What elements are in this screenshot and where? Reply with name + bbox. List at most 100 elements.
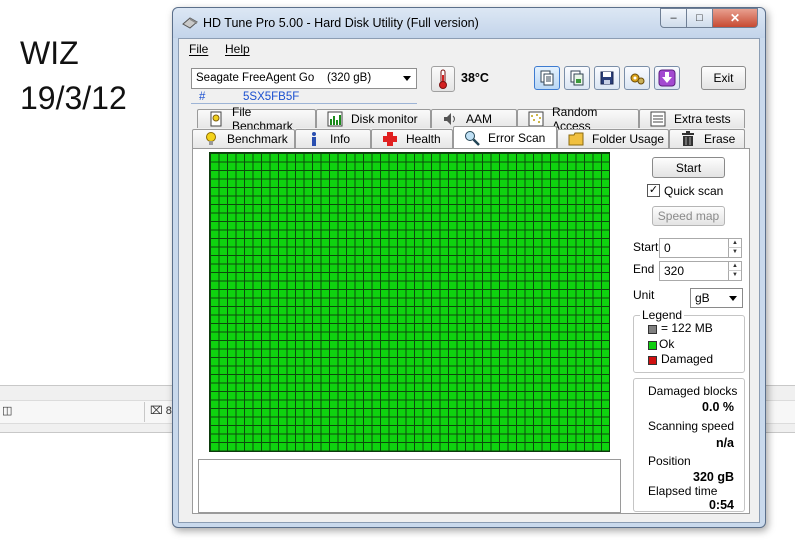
options-icon — [630, 73, 645, 85]
start-scan-button[interactable]: Start — [652, 157, 725, 178]
client-area: File Help Seagate FreeAgent Go (320 gB) … — [178, 38, 760, 523]
tab-label: Disk monitor — [351, 112, 418, 126]
tab-label: Benchmark — [227, 132, 288, 146]
start-input[interactable]: 0 ▲ ▼ — [659, 238, 742, 258]
extra-tests-icon — [650, 111, 666, 127]
copy-screenshot-icon — [570, 70, 584, 86]
menu-file[interactable]: File — [189, 42, 208, 56]
exit-button[interactable]: Exit — [701, 66, 746, 90]
copy-text-button[interactable] — [534, 66, 560, 90]
damaged-blocks-value: 0.0 % — [702, 400, 734, 414]
scan-stats-box: Damaged blocks 0.0 % Scanning speed n/a … — [633, 378, 745, 512]
legend-ok-label: Ok — [659, 337, 675, 351]
background-divider — [144, 402, 145, 422]
hdtune-window: HD Tune Pro 5.00 - Hard Disk Utility (Fu… — [172, 7, 766, 528]
desktop-note-line2: 19/3/12 — [20, 80, 127, 116]
tab-info[interactable]: Info — [295, 129, 371, 148]
scan-block-map — [209, 152, 610, 452]
magnifier-icon — [464, 130, 480, 146]
folder-icon — [568, 131, 584, 147]
options-button[interactable] — [624, 66, 650, 90]
tab-file-benchmark[interactable]: File Benchmark — [197, 105, 316, 133]
tab-benchmark[interactable]: Benchmark — [192, 129, 295, 148]
tab-label: Error Scan — [488, 130, 546, 145]
tab-label: Erase — [704, 132, 736, 146]
chevron-down-icon — [403, 76, 411, 81]
tab-folder-usage[interactable]: Folder Usage — [557, 129, 669, 148]
save-button[interactable] — [594, 66, 620, 90]
chevron-down-icon — [729, 296, 737, 301]
legend-block-size: = 122 MB — [661, 321, 713, 335]
close-button[interactable]: ✕ — [712, 8, 758, 28]
unit-select-value: gB — [695, 291, 710, 305]
end-label: End — [633, 262, 655, 276]
scanning-speed-value: n/a — [715, 436, 734, 450]
drive-select-value: Seagate FreeAgent Go (320 gB) — [196, 72, 372, 84]
spin-up-icon[interactable]: ▲ — [728, 262, 741, 271]
quick-scan-label: Quick scan — [664, 184, 724, 198]
damaged-blocks-label: Damaged blocks — [648, 384, 738, 398]
legend-block-swatch — [648, 325, 657, 334]
quick-scan-checkbox[interactable]: ✓ — [647, 184, 660, 197]
error-scan-panel: Start ✓ Quick scan Speed map Start 0 ▲ ▼… — [192, 148, 750, 514]
window-title: HD Tune Pro 5.00 - Hard Disk Utility (Fu… — [203, 16, 479, 30]
start-label: Start — [633, 240, 659, 254]
disk-monitor-icon — [327, 111, 343, 127]
serial-number: 5SX5FB5F — [243, 91, 300, 103]
temperature-readout: 38°C — [461, 71, 489, 85]
info-icon — [306, 131, 322, 147]
end-input[interactable]: 320 ▲ ▼ — [659, 261, 742, 281]
lightbulb-icon — [203, 131, 219, 147]
download-icon — [658, 69, 676, 87]
hdtune-app-icon — [182, 17, 198, 29]
legend-damaged-label: Damaged — [661, 352, 714, 366]
legend-ok-swatch — [648, 341, 657, 350]
menu-help[interactable]: Help — [225, 42, 250, 56]
background-status-item: ⌧ 8 — [150, 405, 172, 417]
tab-label: Extra tests — [674, 112, 731, 126]
tab-erase[interactable]: Erase — [669, 129, 745, 148]
legend-title: Legend — [640, 308, 685, 322]
file-benchmark-icon — [208, 111, 224, 127]
position-value: 320 gB — [693, 470, 734, 484]
menu-bar: File Help — [179, 39, 759, 59]
copy-text-icon — [540, 70, 554, 86]
random-access-icon — [528, 111, 544, 127]
drive-select[interactable]: Seagate FreeAgent Go (320 gB) — [191, 68, 417, 89]
unit-select[interactable]: gB — [690, 288, 743, 308]
elapsed-time-value: 0:54 — [708, 498, 734, 512]
tab-label: Folder Usage — [592, 132, 665, 146]
tab-label: Health — [406, 132, 441, 146]
health-cross-icon — [382, 131, 398, 147]
scan-log-box — [198, 459, 621, 513]
legend-damaged-swatch — [648, 356, 657, 365]
desktop-note-line1: WIZ — [20, 35, 79, 71]
minimize-button[interactable]: ‒ — [660, 8, 687, 28]
tab-disk-monitor[interactable]: Disk monitor — [316, 109, 431, 128]
save-icon — [600, 71, 614, 85]
tab-extra-tests[interactable]: Extra tests — [639, 109, 745, 128]
spin-up-icon[interactable]: ▲ — [728, 239, 741, 248]
serial-hash-label: # — [199, 91, 206, 103]
download-button[interactable] — [654, 66, 680, 90]
trash-icon — [680, 131, 696, 147]
speaker-icon — [442, 111, 458, 127]
legend-box: Legend = 122 MB Ok Damaged — [633, 308, 745, 373]
background-status-glyph: ◫ — [2, 405, 13, 417]
maximize-button[interactable]: □ — [686, 8, 713, 28]
end-input-value: 320 — [664, 264, 685, 278]
tab-health[interactable]: Health — [371, 129, 453, 148]
start-input-value: 0 — [664, 241, 671, 255]
tab-label: Info — [330, 132, 351, 146]
speed-map-button[interactable]: Speed map — [652, 206, 725, 226]
serial-divider — [191, 103, 417, 104]
spin-down-icon[interactable]: ▼ — [728, 248, 741, 257]
scan-controls: Start ✓ Quick scan Speed map Start 0 ▲ ▼… — [633, 149, 749, 512]
copy-screenshot-button[interactable] — [564, 66, 590, 90]
elapsed-time-label: Elapsed time — [648, 484, 718, 498]
title-bar[interactable]: HD Tune Pro 5.00 - Hard Disk Utility (Fu… — [173, 8, 765, 38]
spin-down-icon[interactable]: ▼ — [728, 271, 741, 280]
tab-label: AAM — [466, 112, 493, 126]
tab-error-scan[interactable]: Error Scan — [453, 126, 557, 148]
position-label: Position — [648, 454, 691, 468]
